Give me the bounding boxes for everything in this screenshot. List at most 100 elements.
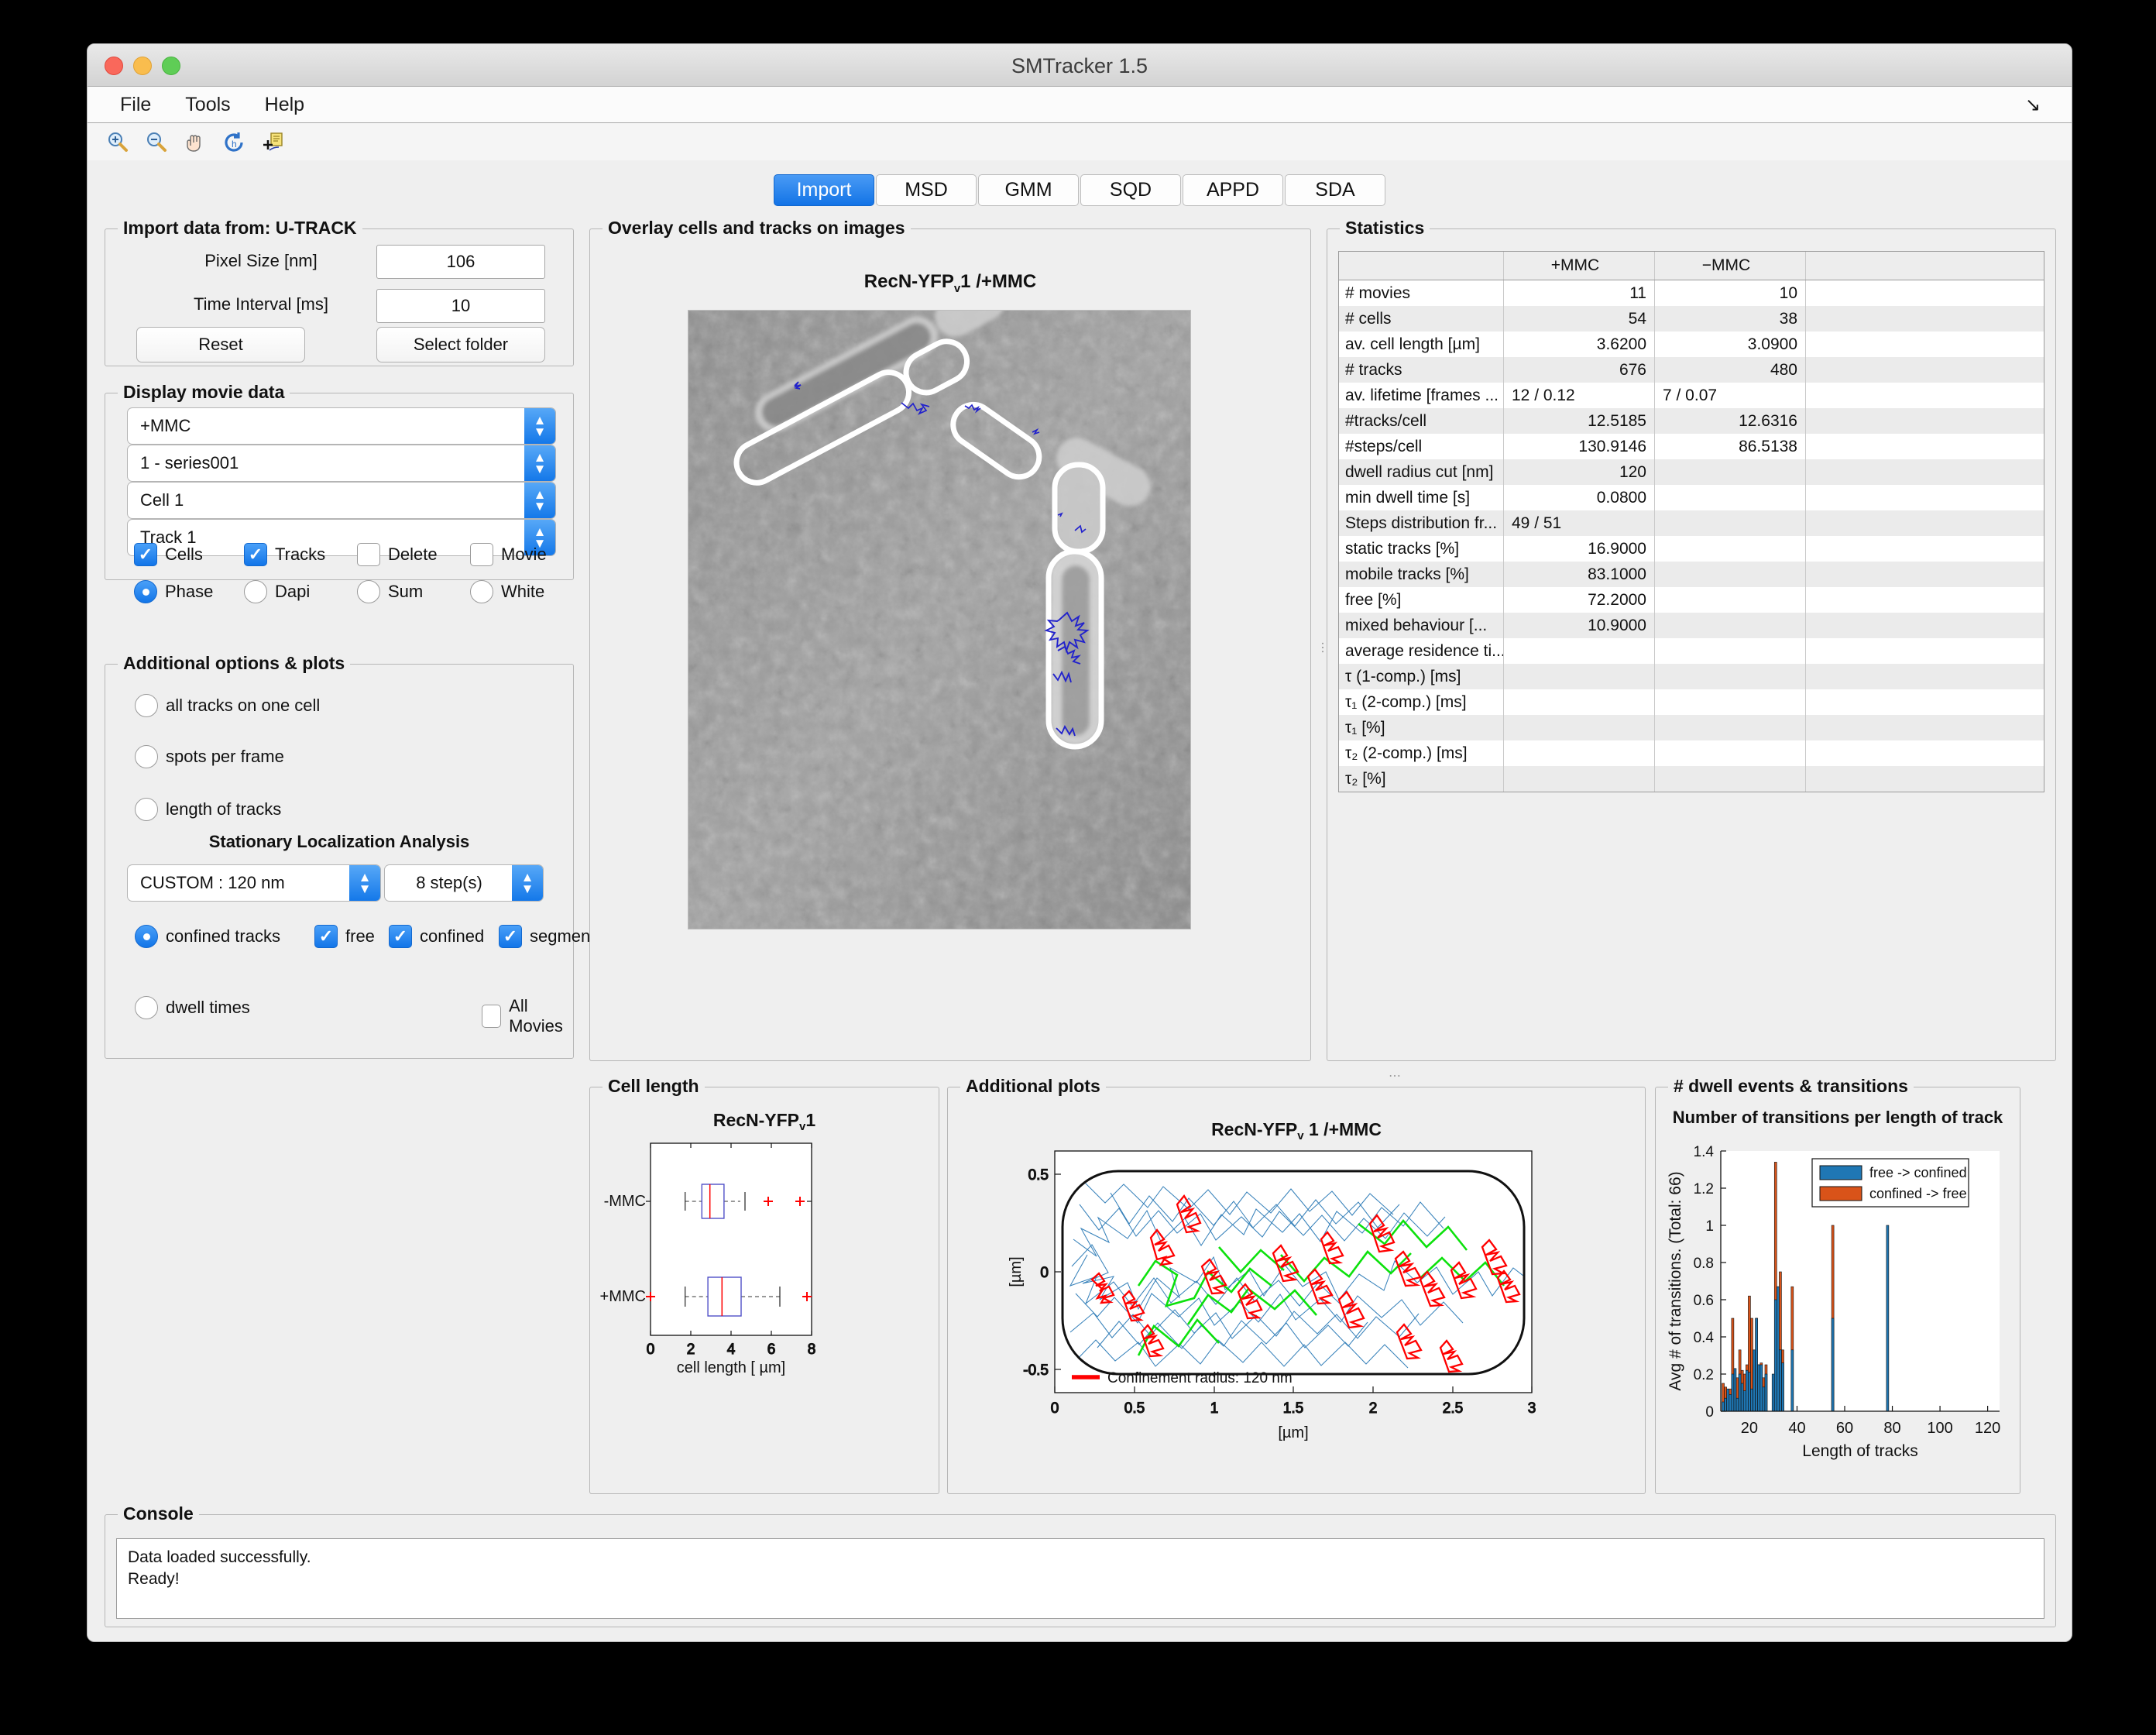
- statistics-value-minus-mmc: 86.5138: [1655, 434, 1806, 459]
- confined-checkbox-box[interactable]: [389, 925, 412, 948]
- delete-checkbox-box[interactable]: [357, 543, 380, 566]
- restore-view-icon[interactable]: h: [221, 129, 247, 156]
- bar-free-to-confined: [1726, 1388, 1730, 1412]
- white-radio-button[interactable]: [470, 580, 493, 603]
- transitions-per-track-length[interactable]: Number of transitions per length of trac…: [1660, 1100, 2015, 1487]
- chevron-updown-icon[interactable]: ▲ ▼: [524, 408, 555, 444]
- horizontal-splitter-handle[interactable]: ⋯: [1389, 1068, 1402, 1084]
- confined-checkbox[interactable]: confined: [389, 925, 484, 948]
- table-row[interactable]: # movies 11 10: [1339, 280, 2044, 306]
- cells-checkbox-box[interactable]: [134, 543, 157, 566]
- segments-checkbox-box[interactable]: [499, 925, 522, 948]
- table-row[interactable]: mobile tracks [%] 83.1000: [1339, 562, 2044, 587]
- dwell-times-radio-button[interactable]: [135, 996, 158, 1019]
- tracks-checkbox-box[interactable]: [244, 543, 267, 566]
- radius-combo[interactable]: CUSTOM : 120 nm ▲ ▼: [127, 864, 381, 902]
- menu-tools[interactable]: Tools: [168, 87, 247, 122]
- sum-radio[interactable]: Sum: [357, 580, 423, 603]
- all-tracks-radio-button[interactable]: [135, 694, 158, 717]
- length-of-tracks-radio[interactable]: length of tracks: [135, 798, 281, 821]
- movie-checkbox[interactable]: Movie: [470, 543, 547, 566]
- menu-help[interactable]: Help: [248, 87, 321, 122]
- spots-per-frame-radio[interactable]: spots per frame: [135, 745, 284, 768]
- zoom-in-icon[interactable]: [105, 129, 131, 156]
- table-row[interactable]: τ₁ (2-comp.) [ms]: [1339, 689, 2044, 715]
- tab-import[interactable]: Import: [774, 174, 874, 206]
- table-row[interactable]: av. cell length [µm] 3.6200 3.0900: [1339, 332, 2044, 357]
- zoom-out-icon[interactable]: [143, 129, 170, 156]
- dapi-radio[interactable]: Dapi: [244, 580, 310, 603]
- console-output[interactable]: Data loaded successfully. Ready!: [116, 1538, 2044, 1619]
- arrow-down-right-icon[interactable]: ↘: [2025, 94, 2041, 115]
- select-folder-button[interactable]: Select folder: [376, 327, 545, 362]
- cell-combo[interactable]: Cell 1 ▲ ▼: [127, 482, 556, 519]
- chevron-updown-icon[interactable]: ▲ ▼: [524, 483, 555, 518]
- pan-hand-icon[interactable]: [182, 129, 208, 156]
- chevron-updown-icon[interactable]: ▲ ▼: [524, 445, 555, 481]
- table-row[interactable]: min dwell time [s] 0.0800: [1339, 485, 2044, 510]
- statistics-value-plus-mmc: 16.9000: [1504, 536, 1655, 562]
- dwell-times-radio[interactable]: dwell times: [135, 996, 250, 1019]
- pixel-size-input[interactable]: 106: [376, 245, 545, 279]
- vertical-splitter-handle[interactable]: ⋯: [1315, 641, 1330, 655]
- free-checkbox[interactable]: free: [314, 925, 375, 948]
- tab-sqd[interactable]: SQD: [1080, 174, 1181, 206]
- bar-free-to-confined: [1779, 1349, 1782, 1412]
- dapi-radio-button[interactable]: [244, 580, 267, 603]
- table-row[interactable]: τ (1-comp.) [ms]: [1339, 664, 2044, 689]
- menu-file[interactable]: File: [103, 87, 168, 122]
- table-row[interactable]: dwell radius cut [nm] 120: [1339, 459, 2044, 485]
- table-row[interactable]: τ₂ [%]: [1339, 766, 2044, 792]
- table-row[interactable]: τ₂ (2-comp.) [ms]: [1339, 740, 2044, 766]
- delete-checkbox[interactable]: Delete: [357, 543, 438, 566]
- table-row[interactable]: free [%] 72.2000: [1339, 587, 2044, 613]
- statistics-group: Statistics +MMC −MMC # movies 11 10 # cells 54…: [1327, 218, 2056, 1061]
- phase-radio[interactable]: Phase: [134, 580, 213, 603]
- free-checkbox-box[interactable]: [314, 925, 338, 948]
- table-row[interactable]: av. lifetime [frames ... 12 / 0.12 7 / 0.0…: [1339, 383, 2044, 408]
- statistics-table[interactable]: +MMC −MMC # movies 11 10 # cells 54 38 av. cell …: [1338, 251, 2044, 792]
- table-row[interactable]: #tracks/cell 12.5185 12.6316: [1339, 408, 2044, 434]
- spots-per-frame-radio-button[interactable]: [135, 745, 158, 768]
- tracks-checkbox[interactable]: Tracks: [244, 543, 325, 566]
- white-radio[interactable]: White: [470, 580, 544, 603]
- statistics-value-plus-mmc: [1504, 638, 1655, 664]
- chevron-updown-icon[interactable]: ▲ ▼: [512, 865, 543, 901]
- table-row[interactable]: # cells 54 38: [1339, 306, 2044, 332]
- time-interval-input[interactable]: 10: [376, 289, 545, 323]
- all-tracks-one-cell-radio[interactable]: all tracks on one cell: [135, 694, 320, 717]
- chevron-updown-icon[interactable]: ▲ ▼: [349, 865, 380, 901]
- table-row[interactable]: Steps distribution fr... 49 / 51: [1339, 510, 2044, 536]
- cell-length-boxplot[interactable]: RecN-YFPv1 0 2 4 6 8 cell length [µm] -…: [596, 1100, 932, 1484]
- table-row[interactable]: average residence ti...: [1339, 638, 2044, 664]
- table-row[interactable]: #steps/cell 130.9146 86.5138: [1339, 434, 2044, 459]
- table-row[interactable]: # tracks 676 480: [1339, 357, 2044, 383]
- reset-button[interactable]: Reset: [136, 327, 305, 362]
- statistics-row-label: av. cell length [µm]: [1339, 332, 1504, 357]
- table-row[interactable]: τ₁ [%]: [1339, 715, 2044, 740]
- table-row[interactable]: static tracks [%] 16.9000: [1339, 536, 2044, 562]
- all-movies-checkbox-box[interactable]: [482, 1005, 502, 1028]
- tab-gmm[interactable]: GMM: [978, 174, 1079, 206]
- cells-checkbox[interactable]: Cells: [134, 543, 203, 566]
- confined-tracks-radio-button[interactable]: [135, 925, 158, 948]
- phase-radio-button[interactable]: [134, 580, 157, 603]
- steps-combo[interactable]: 8 step(s) ▲ ▼: [384, 864, 544, 902]
- tab-sda[interactable]: SDA: [1285, 174, 1385, 206]
- tab-appd[interactable]: APPD: [1183, 174, 1283, 206]
- svg-text:2: 2: [687, 1342, 695, 1358]
- sum-radio-button[interactable]: [357, 580, 380, 603]
- length-of-tracks-radio-button[interactable]: [135, 798, 158, 821]
- microscopy-image[interactable]: [688, 310, 1191, 929]
- tab-msd[interactable]: MSD: [876, 174, 977, 206]
- statistics-row-label: # movies: [1339, 280, 1504, 306]
- data-cursor-icon[interactable]: [259, 129, 286, 156]
- confined-tracks-radio[interactable]: confined tracks: [135, 925, 280, 948]
- movie-checkbox-box[interactable]: [470, 543, 493, 566]
- segments-checkbox[interactable]: segments: [499, 925, 603, 948]
- table-row[interactable]: mixed behaviour [... 10.9000: [1339, 613, 2044, 638]
- condition-combo[interactable]: +MMC ▲ ▼: [127, 407, 556, 445]
- movie-combo[interactable]: 1 - series001 ▲ ▼: [127, 445, 556, 482]
- all-movies-checkbox[interactable]: All Movies: [482, 996, 573, 1036]
- confined-tracks-cell-map[interactable]: RecN-YFPv 1 /+MMC 0.5 0 -0.5 0 0.5 1 1.5…: [956, 1100, 1637, 1484]
